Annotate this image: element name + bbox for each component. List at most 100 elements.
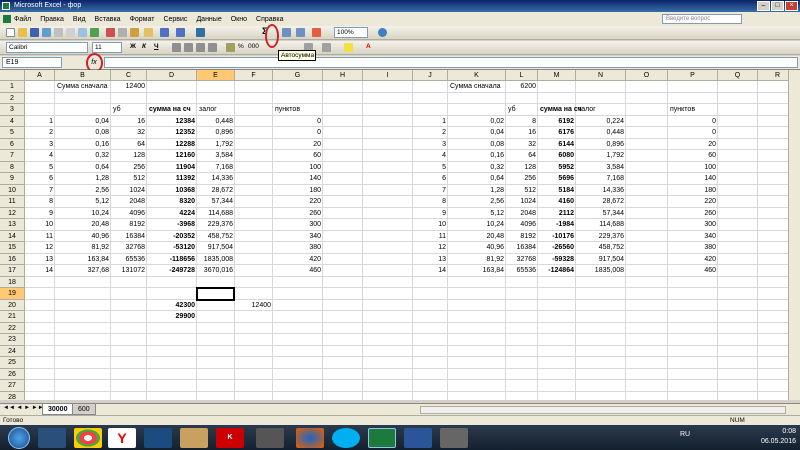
row-header-15[interactable]: 15 [0, 242, 25, 254]
row-header-24[interactable]: 24 [0, 345, 25, 357]
cell-c11[interactable]: 2048 [113, 196, 145, 207]
cell-j7[interactable]: 4 [415, 150, 446, 161]
cell-m10[interactable]: 5184 [540, 185, 574, 196]
menu-insert[interactable]: Вставка [95, 16, 121, 23]
cell-p6[interactable]: 20 [670, 139, 716, 150]
cell-a15[interactable]: 12 [27, 242, 53, 253]
cell-d20[interactable]: 42300 [149, 300, 195, 311]
paste-icon[interactable] [130, 28, 139, 37]
cell-b5[interactable]: 0,08 [57, 127, 109, 138]
borders-icon[interactable] [322, 43, 331, 52]
row-header-19[interactable]: 19 [0, 288, 25, 300]
cell-e8[interactable]: 7,168 [199, 162, 233, 173]
cell-g12[interactable]: 260 [275, 208, 321, 219]
cell-e16[interactable]: 1835,008 [199, 254, 233, 265]
percent-icon[interactable]: % [238, 43, 244, 50]
column-header-o[interactable]: O [626, 70, 668, 81]
vertical-scrollbar[interactable] [788, 70, 800, 400]
cell-k1[interactable]: Сумма сначала [450, 81, 501, 92]
cell-d10[interactable]: 10368 [149, 185, 195, 196]
column-header-h[interactable]: H [323, 70, 363, 81]
formula-input[interactable] [104, 57, 798, 68]
worksheet-grid[interactable]: ABCDEFGHIJKLMNOPQRS123456789101112131415… [0, 70, 800, 400]
row-header-12[interactable]: 12 [0, 207, 25, 219]
folder-icon[interactable] [180, 428, 208, 448]
cell-g11[interactable]: 220 [275, 196, 321, 207]
cell-a5[interactable]: 2 [27, 127, 53, 138]
horizontal-scrollbar[interactable] [420, 406, 786, 414]
cell-e5[interactable]: 0,896 [199, 127, 233, 138]
cell-d3[interactable]: сумма на сч [149, 104, 191, 115]
paint-icon[interactable] [440, 428, 468, 448]
cell-n15[interactable]: 458,752 [578, 242, 624, 253]
column-header-l[interactable]: L [506, 70, 538, 81]
cell-j17[interactable]: 14 [415, 265, 446, 276]
cell-l12[interactable]: 2048 [508, 208, 536, 219]
minimize-button[interactable]: – [757, 1, 770, 11]
cell-m17[interactable]: -124864 [540, 265, 574, 276]
language-indicator[interactable]: RU [680, 431, 690, 438]
name-box[interactable]: E19 [2, 57, 62, 68]
cell-l13[interactable]: 4096 [508, 219, 536, 230]
row-header-18[interactable]: 18 [0, 276, 25, 288]
cell-a12[interactable]: 9 [27, 208, 53, 219]
cell-k6[interactable]: 0,08 [450, 139, 504, 150]
save-icon[interactable] [30, 28, 39, 37]
cell-k16[interactable]: 81,92 [450, 254, 504, 265]
menu-help[interactable]: Справка [256, 16, 283, 23]
cell-e15[interactable]: 917,504 [199, 242, 233, 253]
video-icon[interactable] [256, 428, 284, 448]
redo-icon[interactable] [176, 28, 185, 37]
cell-k7[interactable]: 0,16 [450, 150, 504, 161]
cell-c8[interactable]: 256 [113, 162, 145, 173]
column-header-m[interactable]: M [538, 70, 576, 81]
row-header-22[interactable]: 22 [0, 322, 25, 334]
cell-j9[interactable]: 6 [415, 173, 446, 184]
font-size-select[interactable]: 11 [92, 42, 122, 53]
cell-a11[interactable]: 8 [27, 196, 53, 207]
row-header-10[interactable]: 10 [0, 184, 25, 196]
cell-c14[interactable]: 16384 [113, 231, 145, 242]
cell-b10[interactable]: 2,56 [57, 185, 109, 196]
row-header-23[interactable]: 23 [0, 334, 25, 346]
cell-l9[interactable]: 256 [508, 173, 536, 184]
row-header-14[interactable]: 14 [0, 230, 25, 242]
cell-e13[interactable]: 229,376 [199, 219, 233, 230]
cell-l8[interactable]: 128 [508, 162, 536, 173]
cell-j16[interactable]: 13 [415, 254, 446, 265]
cell-c3[interactable]: уб [113, 104, 121, 115]
cell-c6[interactable]: 64 [113, 139, 145, 150]
sheet-tab-600[interactable]: 600 [72, 404, 96, 415]
row-header-5[interactable]: 5 [0, 127, 25, 139]
cell-d12[interactable]: 4224 [149, 208, 195, 219]
cell-e10[interactable]: 28,672 [199, 185, 233, 196]
cell-c5[interactable]: 32 [113, 127, 145, 138]
sheet-tab-30000[interactable]: 30000 [42, 404, 74, 415]
italic-button[interactable]: К [142, 43, 146, 50]
cell-b12[interactable]: 10,24 [57, 208, 109, 219]
column-header-d[interactable]: D [147, 70, 197, 81]
cell-j5[interactable]: 2 [415, 127, 446, 138]
cell-a14[interactable]: 11 [27, 231, 53, 242]
cell-d13[interactable]: -3968 [149, 219, 195, 230]
column-header-e[interactable]: E [197, 70, 235, 81]
row-header-26[interactable]: 26 [0, 368, 25, 380]
cell-c15[interactable]: 32768 [113, 242, 145, 253]
new-icon[interactable] [6, 28, 15, 37]
row-header-25[interactable]: 25 [0, 357, 25, 369]
cell-m15[interactable]: -26560 [540, 242, 574, 253]
cell-l14[interactable]: 8192 [508, 231, 536, 242]
cmd-icon[interactable] [144, 428, 172, 448]
cell-l3[interactable]: уб [508, 104, 516, 115]
cell-c1[interactable]: 12400 [113, 81, 145, 92]
cut-icon[interactable] [106, 28, 115, 37]
row-header-7[interactable]: 7 [0, 150, 25, 162]
cell-g15[interactable]: 380 [275, 242, 321, 253]
cell-l16[interactable]: 32768 [508, 254, 536, 265]
cell-g3[interactable]: пунктов [275, 104, 300, 115]
column-header-f[interactable]: F [235, 70, 273, 81]
cell-e9[interactable]: 14,336 [199, 173, 233, 184]
menu-edit[interactable]: Правка [40, 16, 64, 23]
cell-p11[interactable]: 220 [670, 196, 716, 207]
row-header-3[interactable]: 3 [0, 104, 25, 116]
